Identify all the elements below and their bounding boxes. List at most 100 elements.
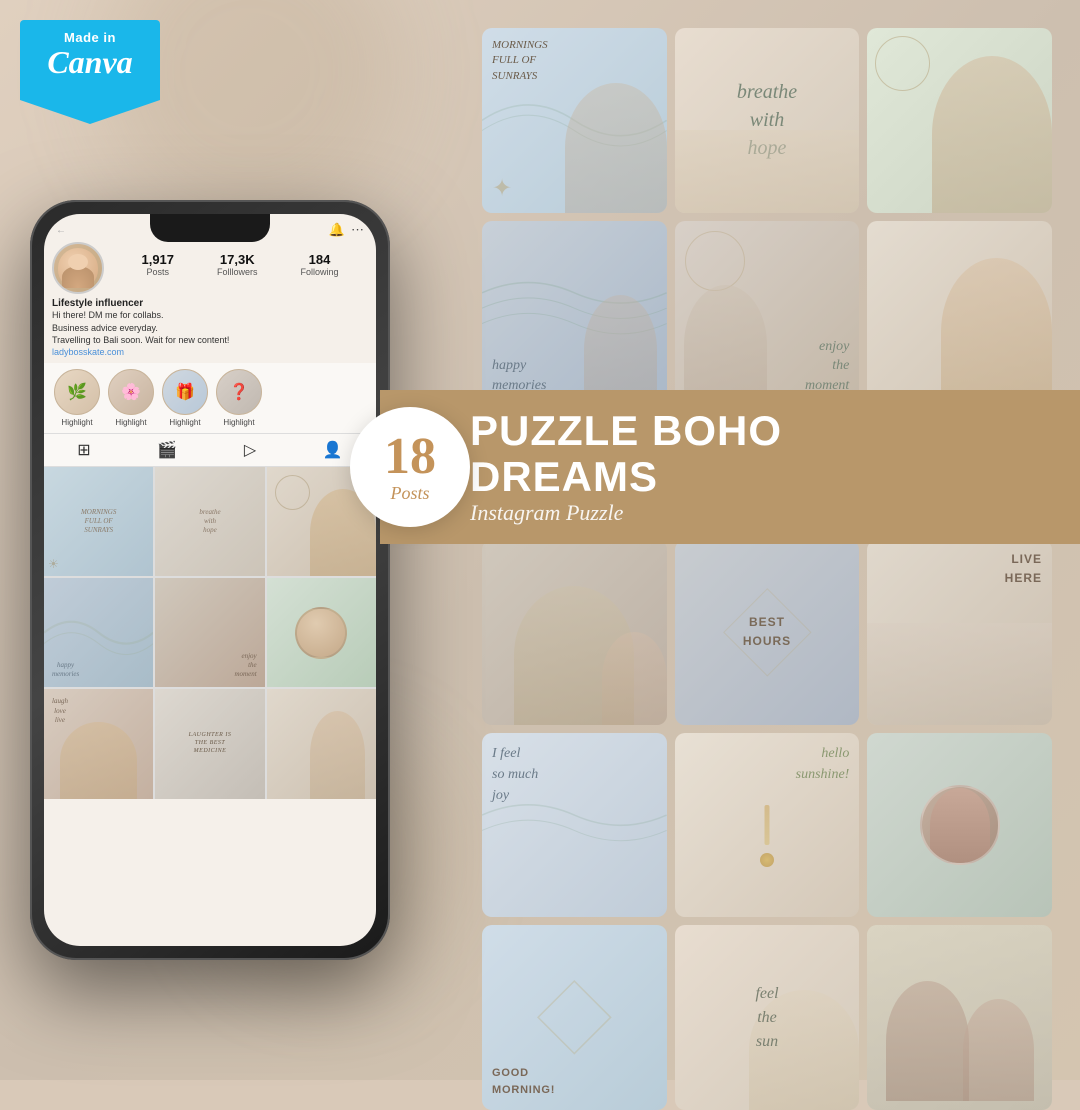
right-grid-top: MORNINGSFULL OFSUNRAYS ✦ breathewithhope… — [482, 28, 1052, 405]
promo-subtitle: Instagram Puzzle — [470, 500, 1050, 526]
sun-icon-1: ✦ — [492, 174, 512, 203]
stat-posts: 1,917 Posts — [141, 252, 174, 277]
right-cell-14-text: feelthesun — [755, 982, 778, 1054]
highlight-1[interactable]: 🌿 Highlight — [54, 369, 100, 427]
highlight-4-circle: ❓ — [216, 369, 262, 415]
right-cell-11-pendant-line — [764, 805, 769, 845]
dots-icon[interactable]: ··· — [351, 222, 364, 238]
right-cell-13-text: GOODMORNING! — [492, 1065, 555, 1100]
canva-badge-made-in: Made in — [34, 30, 146, 45]
right-cell-9-bottom — [867, 623, 1052, 725]
phone-grid-cell-2: breathewithhope — [155, 467, 264, 576]
right-cell-10-text: I feelso muchjoy — [492, 743, 538, 806]
right-cell-8-decoration — [675, 540, 860, 725]
promo-title-line1: PUZZLE BOHO — [470, 407, 782, 454]
right-cell-11: hellosunshine! — [675, 733, 860, 918]
bell-icon[interactable]: 🔔 — [329, 222, 345, 238]
phone-grid-cell-7: laughlovelive — [44, 689, 153, 798]
phone-mockup: ← Ladyboss_kate 🔔 ··· 1,917 Posts — [30, 200, 390, 960]
highlight-1-label: Highlight — [61, 418, 92, 427]
right-cell-12-circle — [920, 785, 1000, 865]
promo-count: 18 — [384, 431, 436, 483]
phone-outer: ← Ladyboss_kate 🔔 ··· 1,917 Posts — [30, 200, 390, 960]
phone-grid-cell-5: enjoythemoment — [155, 578, 264, 687]
phone-cell-3-circle — [275, 475, 310, 510]
stat-followers-num: 17,3K — [217, 252, 258, 267]
right-cell-12-person — [930, 788, 990, 863]
phone-grid-cell-6 — [267, 578, 376, 687]
profile-header-row: 1,917 Posts 17,3K Folllowers 184 Followi… — [44, 242, 376, 298]
phone-cell-5-text: enjoythemoment — [230, 648, 260, 683]
phone-grid: MORNINGSFULL OFSUNRAYS ☀ breathewithhope… — [44, 467, 376, 799]
phone-screen: ← Ladyboss_kate 🔔 ··· 1,917 Posts — [44, 214, 376, 946]
highlight-3[interactable]: 🎁 Highlight — [162, 369, 208, 427]
stat-followers: 17,3K Folllowers — [217, 252, 258, 277]
tab-reels-icon[interactable]: 🎬 — [157, 440, 177, 460]
right-cell-14: feelthesun — [675, 925, 860, 1110]
right-cell-5-text: enjoythemoment — [805, 337, 849, 396]
right-cell-6-person — [941, 258, 1052, 406]
right-cell-2: breathewithhope — [675, 28, 860, 213]
right-cell-15-person1 — [886, 981, 969, 1101]
phone-cell-7-text: laughlovelive — [48, 693, 72, 728]
right-cell-3-circle — [875, 36, 930, 91]
insta-bio: Lifestyle influencer Hi there! DM me for… — [44, 298, 376, 363]
highlight-2[interactable]: 🌸 Highlight — [108, 369, 154, 427]
bio-link[interactable]: ladybosskate.com — [52, 347, 368, 357]
right-cell-8: BESTHOURS — [675, 540, 860, 725]
right-cell-7-person2 — [602, 632, 667, 724]
insta-avatar — [52, 242, 104, 294]
right-cell-5: enjoythemoment — [675, 221, 860, 406]
phone-cell-6-circle-photo — [295, 607, 347, 659]
tab-grid-icon[interactable]: ⊞ — [77, 440, 90, 460]
phone-cell-2-text: breathewithhope — [195, 504, 224, 539]
stat-posts-num: 1,917 — [141, 252, 174, 267]
highlight-4-label: Highlight — [223, 418, 254, 427]
right-cell-15 — [867, 925, 1052, 1110]
tab-tag-icon[interactable]: 👤 — [323, 440, 343, 460]
highlight-3-label: Highlight — [169, 418, 200, 427]
phone-grid-cell-1: MORNINGSFULL OFSUNRAYS ☀ — [44, 467, 153, 576]
canva-badge-brand: Canva — [34, 45, 146, 80]
phone-grid-cell-9 — [267, 689, 376, 798]
tab-play-icon[interactable]: ▷ — [244, 440, 256, 460]
stat-posts-label: Posts — [141, 267, 174, 277]
phone-cell-1-text: MORNINGSFULL OFSUNRAYS — [77, 504, 120, 539]
right-cell-5-circle — [685, 231, 745, 291]
phone-cell-7-person — [60, 722, 137, 799]
right-cell-12 — [867, 733, 1052, 918]
right-cell-5-person — [684, 285, 767, 405]
phone-cell-9-person — [310, 711, 365, 798]
insta-stats: 1,917 Posts 17,3K Folllowers 184 Followi… — [112, 252, 368, 277]
right-cell-1-person — [565, 83, 667, 212]
promo-text: PUZZLE BOHO DREAMS Instagram Puzzle — [470, 408, 1050, 526]
bio-desc: Hi there! DM me for collabs.Business adv… — [52, 309, 368, 347]
highlights-row: 🌿 Highlight 🌸 Highlight 🎁 Highlight ❓ Hi… — [44, 363, 376, 433]
right-cell-4-person — [584, 295, 658, 406]
right-cell-3 — [867, 28, 1052, 213]
bio-job: Lifestyle influencer — [52, 298, 368, 309]
promo-title: PUZZLE BOHO DREAMS — [470, 408, 1050, 500]
right-cell-7 — [482, 540, 667, 725]
canva-badge-point — [20, 100, 160, 124]
right-cell-13: GOODMORNING! — [482, 925, 667, 1110]
highlight-3-circle: 🎁 — [162, 369, 208, 415]
right-cell-1: MORNINGSFULL OFSUNRAYS ✦ — [482, 28, 667, 213]
highlight-2-label: Highlight — [115, 418, 146, 427]
right-cell-11-text: hellosunshine! — [796, 743, 850, 785]
promo-circle: 18 Posts — [350, 407, 470, 527]
right-cell-10: I feelso muchjoy — [482, 733, 667, 918]
right-cell-15-person2 — [963, 999, 1033, 1101]
promo-band: 18 Posts PUZZLE BOHO DREAMS Instagram Pu… — [380, 390, 1080, 544]
stat-followers-label: Folllowers — [217, 267, 258, 277]
right-cell-3-person — [932, 56, 1052, 213]
promo-title-line2: DREAMS — [470, 453, 658, 500]
phone-notch — [150, 214, 270, 242]
right-cell-4: happymemories — [482, 221, 667, 406]
phone-cell-8-text: LAUGHTER ISTHE BESTMEDICINE — [185, 728, 236, 759]
phone-grid-cell-4: happymemories — [44, 578, 153, 687]
highlight-4[interactable]: ❓ Highlight — [216, 369, 262, 427]
right-cell-9: LIVEHERE — [867, 540, 1052, 725]
tab-row: ⊞ 🎬 ▷ 👤 — [44, 433, 376, 467]
phone-grid-cell-8: LAUGHTER ISTHE BESTMEDICINE — [155, 689, 264, 798]
